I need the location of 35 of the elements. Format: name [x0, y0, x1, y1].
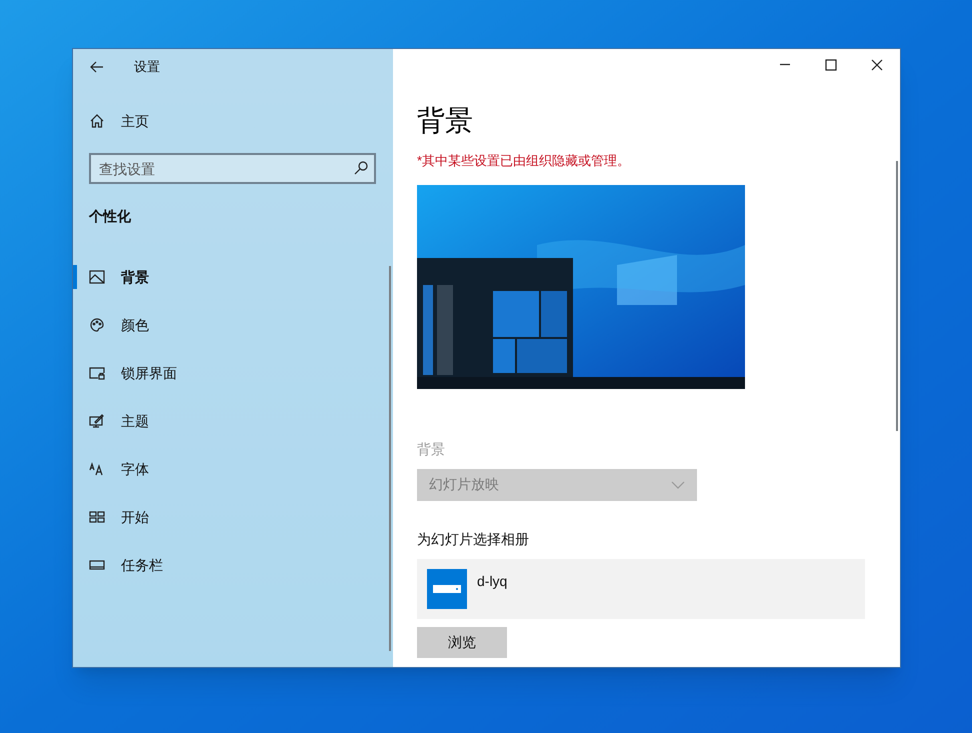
- selection-indicator: [73, 265, 77, 289]
- back-arrow-icon: [90, 61, 104, 73]
- chevron-down-icon: [671, 480, 685, 488]
- monitor-lock-icon: [89, 365, 105, 381]
- drive-icon: [427, 568, 467, 608]
- maximize-icon: [825, 59, 837, 71]
- home-icon: [89, 113, 105, 129]
- nav-item[interactable]: 字体: [73, 457, 393, 481]
- album-name: d-lyq: [477, 572, 508, 591]
- close-icon: [871, 59, 883, 71]
- tiles-icon: [89, 509, 105, 525]
- back-button[interactable]: [89, 59, 105, 75]
- policy-notice: *其中某些设置已由组织隐藏或管理。: [417, 152, 632, 170]
- album-item[interactable]: d-lyq: [417, 558, 865, 618]
- font-icon: [89, 461, 105, 477]
- window-title: 设置: [134, 58, 160, 76]
- scrollbar[interactable]: [389, 266, 391, 651]
- nav-item[interactable]: 锁屏界面: [73, 361, 393, 385]
- home-link[interactable]: 主页: [89, 109, 393, 133]
- scrollbar[interactable]: [896, 161, 898, 431]
- nav-item[interactable]: 开始: [73, 505, 393, 529]
- search-field[interactable]: 查找设置: [89, 153, 376, 184]
- field-label: 背景: [417, 440, 446, 458]
- browse-button[interactable]: 浏览: [417, 626, 507, 658]
- section-label: 为幻灯片选择相册: [417, 530, 530, 548]
- monitor-brush-icon: [89, 413, 105, 429]
- nav-item[interactable]: 主题: [73, 409, 393, 433]
- palette-icon: [89, 317, 105, 333]
- nav-item[interactable]: 任务栏: [73, 553, 393, 577]
- page-heading: 背景: [417, 104, 474, 138]
- nav-item[interactable]: 背景: [73, 265, 393, 289]
- nav-item[interactable]: 颜色: [73, 313, 393, 337]
- search-icon: [354, 161, 368, 175]
- section-heading: 个性化: [89, 207, 132, 226]
- picture-icon: [89, 269, 105, 285]
